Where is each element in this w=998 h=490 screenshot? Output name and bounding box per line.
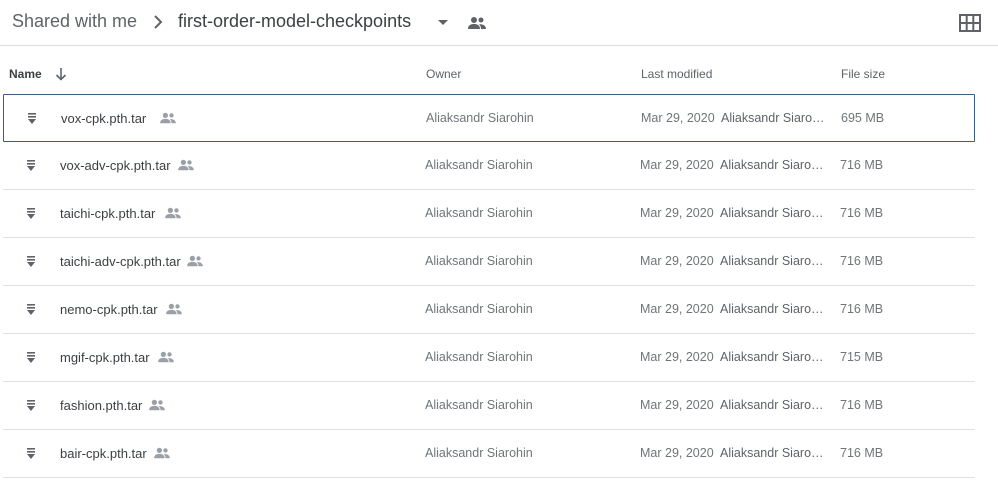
file-name[interactable]: nemo-cpk.pth.tar <box>60 302 158 317</box>
column-header-owner[interactable]: Owner <box>426 67 461 81</box>
file-name[interactable]: fashion.pth.tar <box>60 398 142 413</box>
file-name[interactable]: mgif-cpk.pth.tar <box>60 350 150 365</box>
archive-file-icon <box>27 400 35 411</box>
file-modified-date: Mar 29, 2020 <box>641 111 715 125</box>
file-row[interactable]: vox-cpk.pth.tar Aliaksandr Siarohin Mar … <box>3 94 975 142</box>
file-size: 695 MB <box>841 111 885 125</box>
file-name[interactable]: vox-cpk.pth.tar <box>61 111 146 126</box>
archive-file-icon <box>27 304 35 315</box>
file-owner: Aliaksandr Siarohin <box>425 398 533 412</box>
file-owner: Aliaksandr Siarohin <box>425 206 533 220</box>
people-icon <box>160 112 176 124</box>
file-owner: Aliaksandr Siarohin <box>426 111 534 125</box>
file-modified-by: Aliaksandr Siarohin <box>720 446 824 460</box>
file-name[interactable]: vox-adv-cpk.pth.tar <box>60 158 171 173</box>
file-size: 716 MB <box>840 254 884 268</box>
archive-file-icon <box>27 208 35 219</box>
people-icon <box>165 207 181 219</box>
file-list: vox-cpk.pth.tar Aliaksandr Siarohin Mar … <box>3 94 975 478</box>
file-name[interactable]: taichi-adv-cpk.pth.tar <box>60 254 181 269</box>
breadcrumb-current-folder[interactable]: first-order-model-checkpoints <box>178 11 411 32</box>
people-icon <box>468 17 486 29</box>
file-row[interactable]: taichi-cpk.pth.tar Aliaksandr Siarohin M… <box>3 190 975 238</box>
file-size: 716 MB <box>840 398 884 412</box>
archive-file-icon <box>27 160 35 171</box>
file-modified-date: Mar 29, 2020 <box>640 158 714 172</box>
file-modified-by: Aliaksandr Siarohin <box>720 350 824 364</box>
file-owner: Aliaksandr Siarohin <box>425 158 533 172</box>
archive-file-icon <box>28 113 36 124</box>
file-modified-date: Mar 29, 2020 <box>640 206 714 220</box>
people-icon <box>158 351 174 363</box>
people-icon <box>154 447 170 459</box>
people-icon <box>178 159 194 171</box>
file-modified-date: Mar 29, 2020 <box>640 254 714 268</box>
archive-file-icon <box>27 256 35 267</box>
file-modified-by: Aliaksandr Siarohin <box>720 254 824 268</box>
file-row[interactable]: bair-cpk.pth.tar Aliaksandr Siarohin Mar… <box>3 430 975 478</box>
file-size: 716 MB <box>840 158 884 172</box>
breadcrumb-root[interactable]: Shared with me <box>12 11 137 32</box>
column-header-file-size[interactable]: File size <box>841 67 885 81</box>
file-modified-date: Mar 29, 2020 <box>640 350 714 364</box>
file-size: 715 MB <box>840 350 884 364</box>
file-modified-date: Mar 29, 2020 <box>640 398 714 412</box>
file-modified-by: Aliaksandr Siarohin <box>721 111 825 125</box>
file-row[interactable]: mgif-cpk.pth.tar Aliaksandr Siarohin Mar… <box>3 334 975 382</box>
people-icon <box>149 399 165 411</box>
caret-down-icon[interactable] <box>436 15 450 29</box>
file-modified-date: Mar 29, 2020 <box>640 302 714 316</box>
file-owner: Aliaksandr Siarohin <box>425 446 533 460</box>
file-modified-date: Mar 29, 2020 <box>640 446 714 460</box>
file-owner: Aliaksandr Siarohin <box>425 302 533 316</box>
file-size: 716 MB <box>840 206 884 220</box>
file-size: 716 MB <box>840 446 884 460</box>
arrow-down-icon[interactable] <box>53 66 69 82</box>
file-row[interactable]: nemo-cpk.pth.tar Aliaksandr Siarohin Mar… <box>3 286 975 334</box>
breadcrumb-bar: Shared with me first-order-model-checkpo… <box>0 0 998 46</box>
file-modified-by: Aliaksandr Siarohin <box>720 398 824 412</box>
file-modified-by: Aliaksandr Siarohin <box>720 302 824 316</box>
file-name[interactable]: taichi-cpk.pth.tar <box>60 206 155 221</box>
file-owner: Aliaksandr Siarohin <box>425 350 533 364</box>
file-modified-by: Aliaksandr Siarohin <box>720 206 824 220</box>
chevron-right-icon <box>154 15 163 29</box>
column-header-name[interactable]: Name <box>9 67 42 81</box>
people-icon <box>166 303 182 315</box>
file-size: 716 MB <box>840 302 884 316</box>
column-header-last-modified[interactable]: Last modified <box>641 67 712 81</box>
file-name[interactable]: bair-cpk.pth.tar <box>60 446 147 461</box>
file-modified-by: Aliaksandr Siarohin <box>720 158 824 172</box>
people-icon <box>187 255 203 267</box>
archive-file-icon <box>27 448 35 459</box>
file-row[interactable]: taichi-adv-cpk.pth.tar Aliaksandr Siaroh… <box>3 238 975 286</box>
file-row[interactable]: fashion.pth.tar Aliaksandr Siarohin Mar … <box>3 382 975 430</box>
archive-file-icon <box>27 352 35 363</box>
grid-view-icon[interactable] <box>958 12 982 34</box>
file-row[interactable]: vox-adv-cpk.pth.tar Aliaksandr Siarohin … <box>3 142 975 190</box>
file-owner: Aliaksandr Siarohin <box>425 254 533 268</box>
